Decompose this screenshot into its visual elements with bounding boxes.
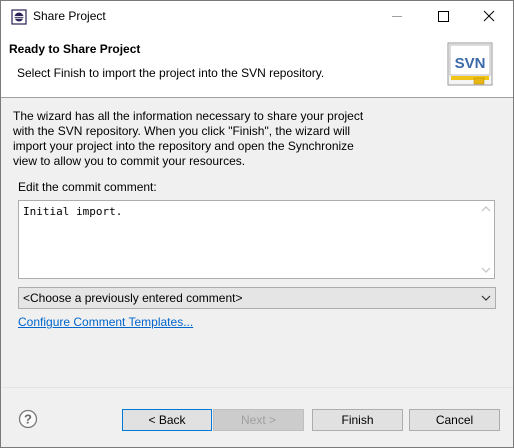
scroll-up-icon[interactable] [481, 205, 491, 213]
maximize-icon [437, 10, 449, 22]
svg-text:?: ? [24, 412, 32, 427]
eclipse-app-icon [11, 9, 27, 25]
info-text: The wizard has all the information neces… [13, 109, 364, 168]
back-button[interactable]: < Back [122, 409, 212, 431]
svn-logo-text: SVN [455, 55, 486, 72]
wizard-header: Ready to Share Project Select Finish to … [1, 31, 513, 98]
commit-comment-textarea[interactable]: Initial import. [18, 200, 495, 279]
commit-comment-label: Edit the commit comment: [18, 180, 157, 194]
close-button[interactable] [466, 1, 512, 31]
minimize-icon [392, 15, 402, 17]
scroll-down-icon[interactable] [481, 266, 491, 274]
share-project-window: Share Project Ready to Share Project Sel… [0, 0, 514, 448]
footer-divider [1, 387, 513, 388]
help-icon[interactable]: ? [18, 409, 38, 429]
finish-button[interactable]: Finish [312, 409, 403, 431]
title-bar: Share Project [1, 1, 513, 31]
chevron-down-icon [481, 295, 491, 301]
commit-comment-text: Initial import. [23, 205, 123, 218]
window-title: Share Project [33, 9, 106, 23]
page-description: Select Finish to import the project into… [17, 66, 325, 80]
cancel-button[interactable]: Cancel [409, 409, 500, 431]
minimize-button[interactable] [374, 1, 420, 31]
close-icon [483, 10, 495, 22]
comment-scrollbar[interactable] [478, 201, 494, 278]
maximize-button[interactable] [420, 1, 466, 31]
configure-templates-link[interactable]: Configure Comment Templates... [18, 315, 193, 329]
svn-logo-icon: SVN [447, 42, 493, 86]
page-title: Ready to Share Project [9, 42, 141, 56]
previous-comment-select-value: <Choose a previously entered comment> [23, 291, 243, 305]
previous-comment-select[interactable]: <Choose a previously entered comment> [18, 287, 496, 309]
next-button[interactable]: Next > [213, 409, 304, 431]
